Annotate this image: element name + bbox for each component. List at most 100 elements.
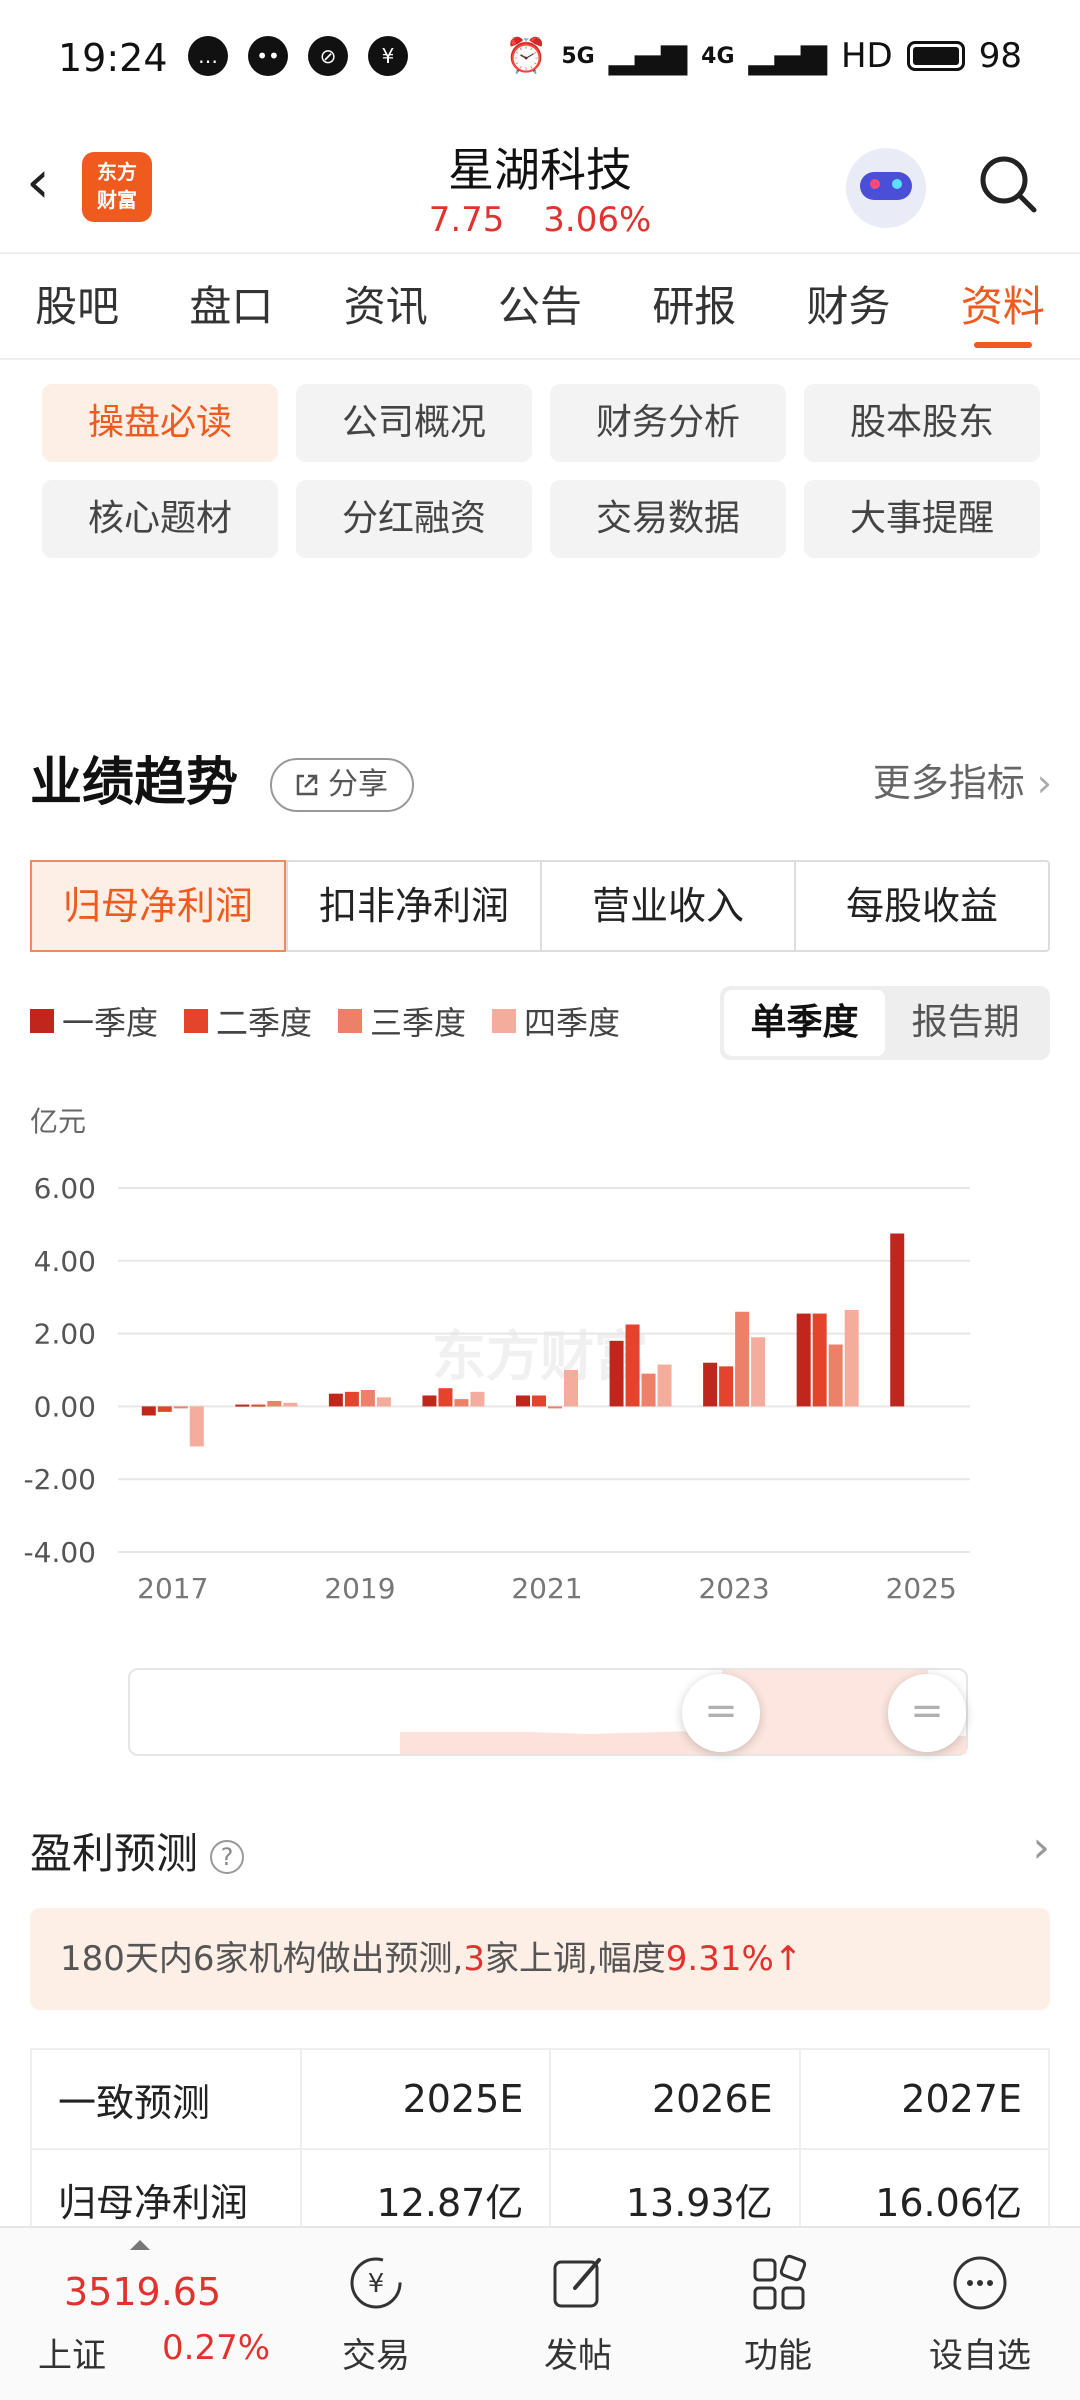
performance-bar-chart: 东方财富6.004.002.000.00-2.00-4.002017 2019 20… <box>24 1172 970 1605</box>
chart-bar <box>890 1233 905 1407</box>
chart-bar <box>344 1391 359 1407</box>
index-value[interactable]: 3519.65 <box>64 2270 221 2314</box>
legend-q3: 三季度 <box>338 998 466 1044</box>
chart-bar <box>812 1313 827 1407</box>
tab-profile[interactable]: 资料 <box>926 254 1080 358</box>
metric-selector: 归母净利润 扣非净利润 营业收入 每股收益 <box>30 860 1050 952</box>
chart-bar <box>267 1400 282 1407</box>
section-title-performance: 业绩趋势 <box>30 753 239 813</box>
chart-bar <box>157 1406 172 1412</box>
chart-bar <box>844 1309 859 1407</box>
slider-right-handle[interactable]: = <box>888 1674 966 1752</box>
chat-icon: … <box>188 36 228 76</box>
x-tick-label: 2017 <box>137 1572 208 1605</box>
y-tick-label: -2.00 <box>24 1463 96 1496</box>
x-tick-label: 2023 <box>698 1572 769 1605</box>
chart-bar <box>703 1362 718 1407</box>
signal-icon: ▂▄▆ <box>608 36 688 76</box>
metric-eps[interactable]: 每股收益 <box>794 862 1048 950</box>
chart-bar <box>283 1402 298 1407</box>
metric-deducted-net-profit[interactable]: 扣非净利润 <box>286 862 540 950</box>
nav-add-watchlist[interactable]: 设自选 <box>910 2252 1050 2377</box>
nav-add-watchlist-label: 设自选 <box>929 2336 1031 2376</box>
chart-bar <box>548 1406 562 1409</box>
chip-trading-data[interactable]: 交易数据 <box>550 480 786 558</box>
nav-functions[interactable]: 功能 <box>708 2252 848 2377</box>
block-icon: ⊘ <box>308 36 348 76</box>
period-toggle: 单季度 报告期 <box>720 986 1050 1060</box>
tab-news[interactable]: 资讯 <box>309 254 463 358</box>
forecast-table: 一致预测 2025E 2026E 2027E 归母净利润 12.87亿 13.9… <box>30 2048 1051 2250</box>
chip-core-themes[interactable]: 核心题材 <box>42 480 278 558</box>
tab-guba[interactable]: 股吧 <box>0 254 154 358</box>
shield-yen-icon: ¥ <box>368 36 408 76</box>
edit-icon <box>553 2258 601 2308</box>
notice-up-count: 3 <box>463 1939 485 1979</box>
tab-finance[interactable]: 财务 <box>771 254 925 358</box>
chip-company-overview[interactable]: 公司概况 <box>296 384 532 462</box>
svg-text:¥: ¥ <box>368 2269 385 2299</box>
x-tick-label: 2025 <box>886 1572 957 1605</box>
chart-bar <box>438 1388 453 1407</box>
chip-financial-analysis[interactable]: 财务分析 <box>550 384 786 462</box>
bottom-bar: 3519.65 上证 0.27% ¥ 交易 发帖 功能 设自选 <box>0 2226 1080 2400</box>
chart-bar <box>532 1395 546 1407</box>
stock-header: ‹ 东方 财富 星湖科技 7.75 3.06% <box>0 118 1080 254</box>
chart-bar <box>454 1399 469 1407</box>
range-slider[interactable]: = = <box>128 1668 968 1756</box>
notice-text-a: 180天内6家机构做出预测, <box>60 1939 464 1979</box>
share-icon <box>296 774 318 796</box>
metric-revenue[interactable]: 营业收入 <box>540 862 794 950</box>
tab-research[interactable]: 研报 <box>617 254 771 358</box>
forecast-chevron-icon[interactable]: › <box>1032 1822 1050 1873</box>
table-header: 2026E <box>549 2048 801 2150</box>
legend-q2: 二季度 <box>184 998 312 1044</box>
notice-text-c: 家上调,幅度 <box>484 1939 666 1979</box>
share-button[interactable]: 分享 <box>270 758 414 812</box>
expand-up-icon[interactable] <box>130 2240 150 2250</box>
notification-icons: … •• ⊘ ¥ <box>188 36 408 76</box>
chart-bar <box>251 1404 266 1407</box>
nav-post[interactable]: 发帖 <box>508 2252 648 2377</box>
metric-net-profit[interactable]: 归母净利润 <box>30 860 286 952</box>
toggle-single-quarter[interactable]: 单季度 <box>724 990 885 1056</box>
y-tick-label: 4.00 <box>34 1245 96 1278</box>
arrow-up-icon: ↑ <box>773 1939 803 1979</box>
chart-legend: 一季度 二季度 三季度 四季度 <box>30 998 620 1044</box>
forecast-notice[interactable]: 180天内6家机构做出预测,3家上调,幅度9.31%↑ <box>30 1908 1050 2010</box>
chip-events[interactable]: 大事提醒 <box>804 480 1040 558</box>
chart-bar <box>360 1390 375 1407</box>
y-tick-label: 0.00 <box>34 1390 96 1423</box>
tab-pankou[interactable]: 盘口 <box>154 254 308 358</box>
chart-bar <box>564 1370 578 1407</box>
more-indicators-link[interactable]: 更多指标 › <box>873 752 1052 807</box>
share-label: 分享 <box>328 767 388 802</box>
chip-shareholders[interactable]: 股本股东 <box>804 384 1040 462</box>
chip-must-read[interactable]: 操盘必读 <box>42 384 278 462</box>
system-status: ⏰ 5G ▂▄▆ 4G ▂▄▆ HD 98 <box>505 36 1022 76</box>
chart-bar <box>422 1395 437 1407</box>
chart-bar <box>189 1406 204 1447</box>
nav-trade[interactable]: ¥ 交易 <box>306 2252 446 2377</box>
assistant-robot-icon[interactable] <box>846 148 926 228</box>
nav-functions-label: 功能 <box>744 2336 812 2376</box>
tab-announcements[interactable]: 公告 <box>463 254 617 358</box>
nav-trade-label: 交易 <box>342 2336 410 2376</box>
forecast-title-text: 盈利预测 <box>30 1829 199 1878</box>
chart-bar <box>796 1313 811 1407</box>
trade-icon: ¥ <box>350 2257 402 2309</box>
help-icon[interactable]: ? <box>210 1839 245 1874</box>
slider-left-handle[interactable]: = <box>682 1674 760 1752</box>
network-5g-label: 5G <box>561 43 595 69</box>
index-change[interactable]: 0.27% <box>162 2328 270 2368</box>
chip-dividends[interactable]: 分红融资 <box>296 480 532 558</box>
toggle-report-period[interactable]: 报告期 <box>885 990 1046 1056</box>
table-header-row: 一致预测 2025E 2026E 2027E <box>30 2048 1051 2150</box>
chart-bar <box>141 1406 156 1416</box>
stock-price: 7.75 <box>428 200 505 240</box>
index-name[interactable]: 上证 <box>38 2328 106 2377</box>
chart-bar <box>328 1393 343 1407</box>
profile-subnav: 操盘必读 公司概况 财务分析 股本股东 核心题材 分红融资 交易数据 大事提醒 <box>42 384 1040 558</box>
status-time: 19:24 <box>58 36 168 80</box>
search-icon[interactable] <box>978 154 1038 214</box>
